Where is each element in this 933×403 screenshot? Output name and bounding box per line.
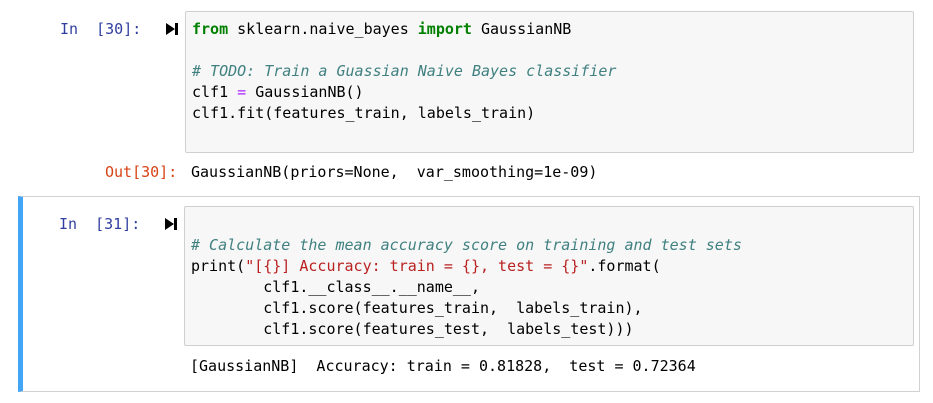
code-token: from	[192, 20, 229, 38]
code-input-30[interactable]: from sklearn.naive_bayes import Gaussian…	[185, 11, 914, 153]
input-prompt-30: In [30]:	[60, 20, 142, 38]
code-token: print(	[191, 257, 246, 275]
code-line: clf1 = GaussianNB()	[192, 82, 364, 103]
code-token: =	[237, 83, 247, 101]
notebook-cell-31[interactable]: In [31]: # Calculate the mean accuracy s…	[18, 196, 920, 392]
run-cell-icon[interactable]	[165, 22, 179, 36]
code-line: from sklearn.naive_bayes import Gaussian…	[192, 19, 571, 40]
code-line: print("[{}] Accuracy: train = {}, test =…	[191, 256, 661, 277]
cell-output-30: GaussianNB(priors=None, var_smoothing=1e…	[191, 163, 598, 181]
code-token: import	[417, 20, 472, 38]
code-line: clf1.fit(features_train, labels_train)	[192, 104, 536, 122]
notebook-cell-30[interactable]: In [30]: from sklearn.naive_bayes import…	[18, 0, 920, 193]
code-input-31[interactable]: # Calculate the mean accuracy score on t…	[184, 206, 914, 346]
cell-output-31: [GaussianNB] Accuracy: train = 0.81828, …	[190, 357, 696, 375]
code-line: clf1.__class__.__name__,	[191, 278, 480, 296]
run-cell-icon[interactable]	[164, 217, 178, 231]
code-comment: # TODO: Train a Guassian Naive Bayes cla…	[192, 62, 617, 80]
code-token: clf1	[192, 83, 238, 101]
code-line: clf1.score(features_train, labels_train)…	[191, 299, 643, 317]
output-prompt-30: Out[30]:	[105, 163, 178, 181]
code-token: .format(	[588, 257, 661, 275]
code-line: clf1.score(features_test, labels_test)))	[191, 320, 634, 338]
code-string: "[{}] Accuracy: train = {}, test = {}"	[245, 257, 589, 275]
code-token: sklearn.naive_bayes	[228, 20, 418, 38]
code-comment: # Calculate the mean accuracy score on t…	[191, 236, 742, 254]
input-prompt-31: In [31]:	[59, 215, 141, 233]
code-token: GaussianNB()	[246, 83, 364, 101]
code-token: GaussianNB	[471, 20, 572, 38]
